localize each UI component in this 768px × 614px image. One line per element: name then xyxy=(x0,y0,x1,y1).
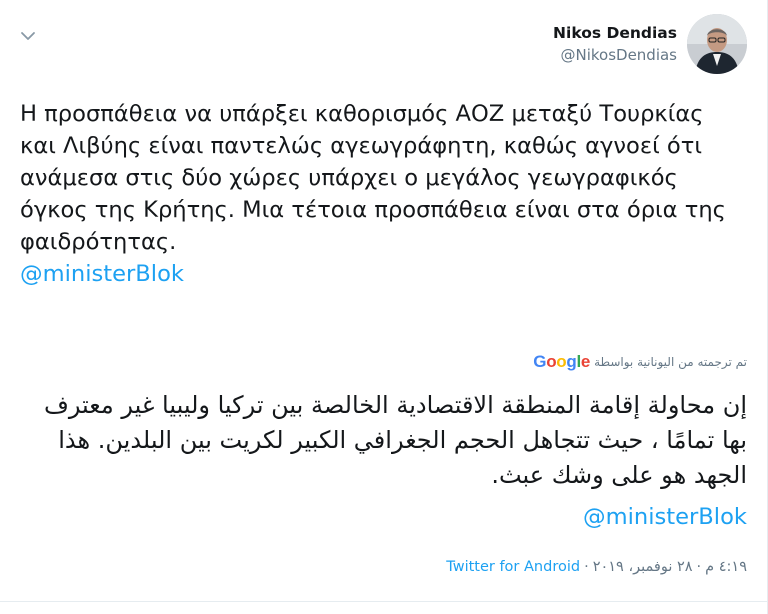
author-names: Nikos Dendias @NikosDendias xyxy=(553,23,677,65)
chevron-down-icon[interactable] xyxy=(20,30,36,42)
translated-text: إن محاولة إقامة المنطقة الاقتصادية الخال… xyxy=(43,391,747,489)
google-logo: Google xyxy=(533,352,591,371)
tweet-card: Nikos Dendias @NikosDendias Η προσπάθεια… xyxy=(0,0,768,614)
tweet-body: Η προσπάθεια να υπάρξει καθορισμός ΑΟΖ μ… xyxy=(20,98,740,290)
divider xyxy=(0,601,767,602)
tweet-date[interactable]: ٢٨ نوفمبر، ٢٠١٩ xyxy=(593,559,693,575)
meta-separator: · xyxy=(584,559,589,575)
translation-credit-label: تم ترجمته من اليونانية بواسطة xyxy=(594,355,747,369)
tweet-text: Η προσπάθεια να υπάρξει καθορισμός ΑΟΖ μ… xyxy=(20,101,726,255)
profile-photo-icon xyxy=(687,14,747,74)
avatar[interactable] xyxy=(687,14,747,74)
author-handle[interactable]: @NikosDendias xyxy=(553,45,677,65)
tweet-mention-link[interactable]: @ministerBlok xyxy=(20,261,184,287)
translation-credit: تم ترجمته من اليونانية بواسطة Google xyxy=(529,352,747,372)
author-display-name[interactable]: Nikos Dendias xyxy=(553,23,677,43)
tweet-meta: ٤:١٩ م · ٢٨ نوفمبر، ٢٠١٩ · Twitter for A… xyxy=(446,559,747,575)
tweet-time[interactable]: ٤:١٩ م xyxy=(705,559,747,575)
tweet-source-link[interactable]: Twitter for Android xyxy=(446,559,580,575)
translated-mention-link[interactable]: @ministerBlok xyxy=(583,504,747,530)
tweet-header: Nikos Dendias @NikosDendias xyxy=(553,14,747,74)
meta-separator: · xyxy=(696,559,702,575)
